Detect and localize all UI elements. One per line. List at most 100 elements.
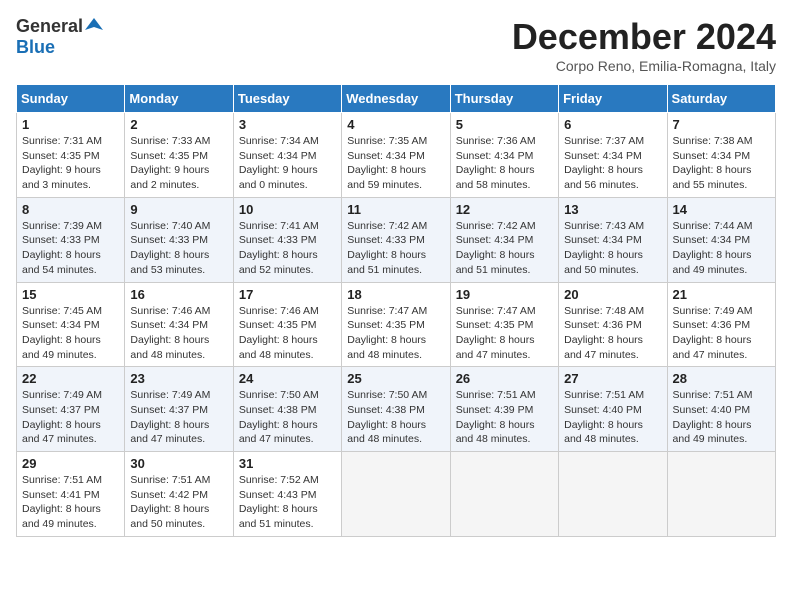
location-subtitle: Corpo Reno, Emilia-Romagna, Italy (512, 58, 776, 74)
logo-blue: Blue (16, 37, 55, 58)
day-info: Sunrise: 7:37 AMSunset: 4:34 PMDaylight:… (564, 134, 661, 193)
day-info: Sunrise: 7:35 AMSunset: 4:34 PMDaylight:… (347, 134, 444, 193)
weekday-header: Tuesday (233, 85, 341, 113)
day-number: 8 (22, 202, 119, 217)
calendar-day-cell: 17 Sunrise: 7:46 AMSunset: 4:35 PMDayligh… (233, 282, 341, 367)
calendar-day-cell: 18Sunrise: 7:47 AMSunset: 4:35 PMDayligh… (342, 282, 450, 367)
day-number: 3 (239, 117, 336, 132)
calendar-day-cell (559, 452, 667, 537)
logo: General Blue (16, 16, 103, 58)
calendar-day-cell: 16 Sunrise: 7:46 AMSunset: 4:34 PMDayligh… (125, 282, 233, 367)
day-number: 6 (564, 117, 661, 132)
calendar-day-cell: 22Sunrise: 7:49 AMSunset: 4:37 PMDayligh… (17, 367, 125, 452)
day-info: Sunrise: 7:46 AMSunset: 4:34 PMDaylight:… (130, 304, 227, 363)
day-info: Sunrise: 7:52 AMSunset: 4:43 PMDaylight:… (239, 473, 336, 532)
weekday-header: Sunday (17, 85, 125, 113)
day-info: Sunrise: 7:45 AMSunset: 4:34 PMDaylight:… (22, 304, 119, 363)
calendar-day-cell: 30 Sunrise: 7:51 AMSunset: 4:42 PMDayligh… (125, 452, 233, 537)
day-number: 4 (347, 117, 444, 132)
day-number: 26 (456, 371, 553, 386)
day-info: Sunrise: 7:43 AMSunset: 4:34 PMDaylight:… (564, 219, 661, 278)
calendar-day-cell (450, 452, 558, 537)
calendar-day-cell: 6 Sunrise: 7:37 AMSunset: 4:34 PMDaylight… (559, 113, 667, 198)
calendar-day-cell: 3 Sunrise: 7:34 AMSunset: 4:34 PMDaylight… (233, 113, 341, 198)
calendar-day-cell (667, 452, 775, 537)
day-info: Sunrise: 7:50 AMSunset: 4:38 PMDaylight:… (347, 388, 444, 447)
weekday-header: Monday (125, 85, 233, 113)
month-title: December 2024 (512, 16, 776, 58)
calendar-header-row: SundayMondayTuesdayWednesdayThursdayFrid… (17, 85, 776, 113)
weekday-header: Saturday (667, 85, 775, 113)
calendar-day-cell: 12 Sunrise: 7:42 AMSunset: 4:34 PMDayligh… (450, 197, 558, 282)
day-info: Sunrise: 7:34 AMSunset: 4:34 PMDaylight:… (239, 134, 336, 193)
day-number: 17 (239, 287, 336, 302)
calendar-day-cell: 7 Sunrise: 7:38 AMSunset: 4:34 PMDaylight… (667, 113, 775, 198)
day-info: Sunrise: 7:31 AMSunset: 4:35 PMDaylight:… (22, 134, 119, 193)
day-number: 31 (239, 456, 336, 471)
calendar-day-cell: 28Sunrise: 7:51 AMSunset: 4:40 PMDayligh… (667, 367, 775, 452)
calendar-day-cell: 11 Sunrise: 7:42 AMSunset: 4:33 PMDayligh… (342, 197, 450, 282)
day-number: 30 (130, 456, 227, 471)
calendar-day-cell: 4 Sunrise: 7:35 AMSunset: 4:34 PMDaylight… (342, 113, 450, 198)
day-number: 24 (239, 371, 336, 386)
day-number: 13 (564, 202, 661, 217)
day-number: 14 (673, 202, 770, 217)
calendar-day-cell: 8 Sunrise: 7:39 AMSunset: 4:33 PMDaylight… (17, 197, 125, 282)
day-number: 23 (130, 371, 227, 386)
day-number: 11 (347, 202, 444, 217)
day-info: Sunrise: 7:44 AMSunset: 4:34 PMDaylight:… (673, 219, 770, 278)
weekday-header: Thursday (450, 85, 558, 113)
day-info: Sunrise: 7:41 AMSunset: 4:33 PMDaylight:… (239, 219, 336, 278)
day-info: Sunrise: 7:50 AMSunset: 4:38 PMDaylight:… (239, 388, 336, 447)
day-info: Sunrise: 7:38 AMSunset: 4:34 PMDaylight:… (673, 134, 770, 193)
calendar-day-cell: 9Sunrise: 7:40 AMSunset: 4:33 PMDaylight… (125, 197, 233, 282)
calendar-week-row: 29 Sunrise: 7:51 AMSunset: 4:41 PMDayligh… (17, 452, 776, 537)
day-info: Sunrise: 7:51 AMSunset: 4:39 PMDaylight:… (456, 388, 553, 447)
logo-general: General (16, 16, 83, 37)
day-number: 15 (22, 287, 119, 302)
day-number: 9 (130, 202, 227, 217)
day-info: Sunrise: 7:33 AMSunset: 4:35 PMDaylight:… (130, 134, 227, 193)
day-info: Sunrise: 7:47 AMSunset: 4:35 PMDaylight:… (347, 304, 444, 363)
day-info: Sunrise: 7:36 AMSunset: 4:34 PMDaylight:… (456, 134, 553, 193)
day-number: 2 (130, 117, 227, 132)
day-number: 7 (673, 117, 770, 132)
day-info: Sunrise: 7:42 AMSunset: 4:33 PMDaylight:… (347, 219, 444, 278)
calendar-week-row: 8 Sunrise: 7:39 AMSunset: 4:33 PMDaylight… (17, 197, 776, 282)
day-info: Sunrise: 7:39 AMSunset: 4:33 PMDaylight:… (22, 219, 119, 278)
calendar-day-cell: 26 Sunrise: 7:51 AMSunset: 4:39 PMDayligh… (450, 367, 558, 452)
calendar-day-cell: 27Sunrise: 7:51 AMSunset: 4:40 PMDayligh… (559, 367, 667, 452)
calendar-day-cell: 23 Sunrise: 7:49 AMSunset: 4:37 PMDayligh… (125, 367, 233, 452)
calendar-day-cell: 5Sunrise: 7:36 AMSunset: 4:34 PMDaylight… (450, 113, 558, 198)
day-info: Sunrise: 7:51 AMSunset: 4:41 PMDaylight:… (22, 473, 119, 532)
calendar-day-cell: 10Sunrise: 7:41 AMSunset: 4:33 PMDayligh… (233, 197, 341, 282)
day-info: Sunrise: 7:42 AMSunset: 4:34 PMDaylight:… (456, 219, 553, 278)
day-number: 25 (347, 371, 444, 386)
calendar-day-cell: 31 Sunrise: 7:52 AMSunset: 4:43 PMDayligh… (233, 452, 341, 537)
title-section: December 2024 Corpo Reno, Emilia-Romagna… (512, 16, 776, 74)
calendar-day-cell: 14 Sunrise: 7:44 AMSunset: 4:34 PMDayligh… (667, 197, 775, 282)
day-number: 16 (130, 287, 227, 302)
calendar-day-cell (342, 452, 450, 537)
calendar-day-cell: 13 Sunrise: 7:43 AMSunset: 4:34 PMDayligh… (559, 197, 667, 282)
calendar-table: SundayMondayTuesdayWednesdayThursdayFrid… (16, 84, 776, 537)
calendar-day-cell: 2 Sunrise: 7:33 AMSunset: 4:35 PMDaylight… (125, 113, 233, 198)
calendar-week-row: 15 Sunrise: 7:45 AMSunset: 4:34 PMDayligh… (17, 282, 776, 367)
day-number: 20 (564, 287, 661, 302)
day-number: 1 (22, 117, 119, 132)
calendar-day-cell: 24 Sunrise: 7:50 AMSunset: 4:38 PMDayligh… (233, 367, 341, 452)
day-number: 12 (456, 202, 553, 217)
day-info: Sunrise: 7:51 AMSunset: 4:42 PMDaylight:… (130, 473, 227, 532)
calendar-day-cell: 25 Sunrise: 7:50 AMSunset: 4:38 PMDayligh… (342, 367, 450, 452)
calendar-day-cell: 1 Sunrise: 7:31 AMSunset: 4:35 PMDaylight… (17, 113, 125, 198)
calendar-day-cell: 20 Sunrise: 7:48 AMSunset: 4:36 PMDayligh… (559, 282, 667, 367)
day-info: Sunrise: 7:49 AMSunset: 4:37 PMDaylight:… (130, 388, 227, 447)
day-number: 22 (22, 371, 119, 386)
day-number: 29 (22, 456, 119, 471)
day-number: 28 (673, 371, 770, 386)
calendar-day-cell: 15 Sunrise: 7:45 AMSunset: 4:34 PMDayligh… (17, 282, 125, 367)
calendar-week-row: 1 Sunrise: 7:31 AMSunset: 4:35 PMDaylight… (17, 113, 776, 198)
calendar-week-row: 22 Sunrise: 7:49 AMSunset: 4:37 PMDayligh… (17, 367, 776, 452)
day-info: Sunrise: 7:46 AMSunset: 4:35 PMDaylight:… (239, 304, 336, 363)
day-info: Sunrise: 7:48 AMSunset: 4:36 PMDaylight:… (564, 304, 661, 363)
